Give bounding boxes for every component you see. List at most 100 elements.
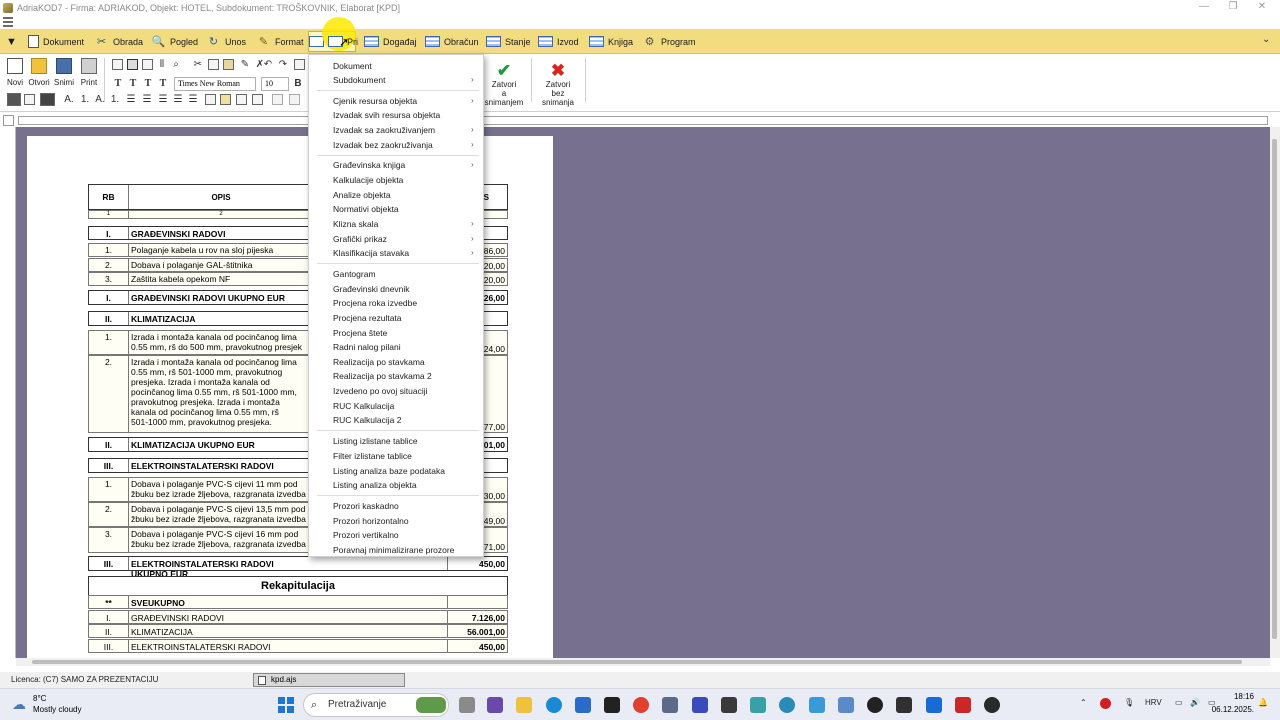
bold-button[interactable]: B <box>292 77 304 90</box>
text-style-a1-icon[interactable]: A. <box>62 93 76 106</box>
object-icon[interactable] <box>252 94 263 105</box>
text-style-a2-icon[interactable]: A. <box>93 93 107 106</box>
dropdown-item-izvedeno-po-ovoj-situaciji[interactable]: Izvedeno po ovoj situaciji <box>333 386 428 396</box>
dropdown-item-procjena-štete[interactable]: Procjena štete <box>333 328 387 338</box>
bold-t-icon[interactable]: T <box>112 77 124 90</box>
redo-icon[interactable]: ↷ <box>277 58 289 71</box>
dropdown-item-analize-objekta[interactable]: Analize objekta <box>333 190 391 200</box>
horizontal-scrollbar[interactable] <box>16 658 1270 666</box>
outline-list-icon[interactable]: ☰ <box>156 93 170 106</box>
menu-program[interactable]: ⚙ Program <box>642 31 696 52</box>
table-insert-icon[interactable] <box>205 94 216 105</box>
dropdown-item-prozori-vertikalno[interactable]: Prozori vertikalno <box>333 530 399 540</box>
dropdown-item-izvadak-svih-resursa-objekta[interactable]: Izvadak svih resursa objekta <box>333 110 440 120</box>
file-explorer-icon[interactable] <box>516 697 532 713</box>
vertical-scrollbar[interactable] <box>1270 127 1280 658</box>
dropdown-item-realizacija-po-stavkama-2[interactable]: Realizacija po stavkama 2 <box>333 371 432 381</box>
dropdown-item-filter-izlistane-tablice[interactable]: Filter izlistane tablice <box>333 451 412 461</box>
network-icon[interactable]: ▭ <box>1175 698 1183 707</box>
settings-icon[interactable] <box>662 697 678 713</box>
volume-icon[interactable]: 🔊 <box>1190 698 1200 707</box>
dropdown-item-listing-analiza-baze-podataka[interactable]: Listing analiza baze podataka <box>333 466 445 476</box>
dropdown-item-gantogram[interactable]: Gantogram <box>333 269 376 279</box>
taskbar-search[interactable]: ⌕ Pretraživanje <box>303 693 449 717</box>
columns-icon[interactable]: ⫴ <box>157 58 167 71</box>
align-list-icon[interactable]: ☰ <box>186 93 200 106</box>
console-icon[interactable] <box>896 697 912 713</box>
page-view-icon[interactable] <box>112 59 123 70</box>
underline-t-icon[interactable]: T <box>142 77 154 90</box>
open-button[interactable]: Otvori <box>26 58 52 87</box>
dropdown-item-radni-nalog-pilani[interactable]: Radni nalog pilani <box>333 342 401 352</box>
menu-obrada[interactable]: ✂ Obrada <box>94 31 143 52</box>
menu-knjiga[interactable]: Knjiga <box>589 31 633 52</box>
app-icon-cloud[interactable] <box>838 697 854 713</box>
vscode-icon[interactable] <box>926 697 942 713</box>
close-without-save-button[interactable]: ✖ Zatvori bez snimanja <box>535 62 581 108</box>
maximize-button[interactable]: ❐ <box>1221 0 1245 14</box>
menu-format[interactable]: ✎ Format <box>256 31 304 52</box>
italic-t-icon[interactable]: T <box>127 77 139 90</box>
font-name-select[interactable]: Times New Roman <box>174 77 256 91</box>
menu-dokument[interactable]: Dokument <box>28 31 84 52</box>
dropdown-item-izvadak-sa-zaokruživanjem[interactable]: Izvadak sa zaokruživanjem <box>333 125 435 135</box>
close-window-button[interactable]: ✕ <box>1250 0 1274 14</box>
menu-obracun[interactable]: Obračun <box>425 31 479 52</box>
menu-dogadjaj[interactable]: Događaj <box>364 31 417 52</box>
bullet-list-icon[interactable]: ☰ <box>171 93 185 106</box>
dropdown-item-klasifikacija-stavaka[interactable]: Klasifikacija stavaka <box>333 248 409 258</box>
scroll-thumb[interactable] <box>1272 139 1277 639</box>
insert-icon[interactable] <box>294 59 305 70</box>
undo-icon[interactable]: ↶ <box>262 58 274 71</box>
recap-row[interactable]: II. KLIMATIZACIJA 56.001,00 <box>88 624 508 638</box>
wrap-icon[interactable] <box>24 94 35 105</box>
tray-chevron-icon[interactable]: ⌃ <box>1080 698 1087 707</box>
dropdown-item-normativi-objekta[interactable]: Normativi objekta <box>333 204 399 214</box>
edge-icon[interactable] <box>546 697 562 713</box>
recap-row[interactable]: I. GRAĐEVINSKI RADOVI 7.126,00 <box>88 610 508 624</box>
cube-icon[interactable] <box>721 697 737 713</box>
view-mode-icon[interactable] <box>7 93 21 106</box>
dropdown-item-ruc-kalkulacija[interactable]: RUC Kalkulacija <box>333 401 394 411</box>
note-icon[interactable] <box>220 94 231 105</box>
zoom-icon[interactable] <box>127 59 138 70</box>
clock-date[interactable]: 06.12.2025. <box>1210 705 1254 714</box>
clock-time[interactable]: 18:16 <box>1218 692 1254 701</box>
dropdown-item-grafički-prikaz[interactable]: Grafički prikaz <box>333 234 387 244</box>
box-icon[interactable] <box>272 94 283 105</box>
dropdown-item-dokument[interactable]: Dokument <box>333 61 372 71</box>
menu-izvod[interactable]: Izvod <box>538 31 579 52</box>
app-icon-lightblue[interactable] <box>809 697 825 713</box>
hamburger-menu-icon[interactable] <box>3 17 15 27</box>
dropdown-item-cjenik-resursa-objekta[interactable]: Cjenik resursa objekta <box>333 96 417 106</box>
strike-t-icon[interactable]: T <box>157 77 169 90</box>
app-icon-active[interactable] <box>984 697 1000 713</box>
menu-stanje[interactable]: Stanje <box>486 31 531 52</box>
menu-pogled[interactable]: 🔍 Pogled <box>151 31 198 52</box>
app-icon-red[interactable] <box>955 697 971 713</box>
dropdown-item-procjena-roka-izvedbe[interactable]: Procjena roka izvedbe <box>333 298 417 308</box>
weather-widget[interactable]: ☁ 8°C Mostly cloudy <box>12 693 102 717</box>
chat-icon[interactable] <box>487 697 503 713</box>
menu-unos[interactable]: ↻ Unos <box>206 31 246 52</box>
dropdown-item-listing-analiza-objekta[interactable]: Listing analiza objekta <box>333 480 417 490</box>
format-painter-icon[interactable]: ✎ <box>239 58 251 71</box>
find-icon[interactable]: ⌕ <box>170 58 182 71</box>
dropdown-item-poravnaj-minimalizirane-prozore[interactable]: Poravnaj minimalizirane prozore <box>333 545 454 555</box>
scroll-thumb[interactable] <box>32 660 1242 664</box>
task-view-icon[interactable] <box>459 697 475 713</box>
dropdown-item-kalkulacije-objekta[interactable]: Kalkulacije objekta <box>333 175 403 185</box>
terminal-icon[interactable] <box>604 697 620 713</box>
globe-icon[interactable] <box>779 697 795 713</box>
box2-icon[interactable] <box>289 94 300 105</box>
store-icon[interactable] <box>575 697 591 713</box>
chrome-icon[interactable] <box>633 697 649 713</box>
menu-dropdown-arrow[interactable]: ▼ <box>4 31 23 52</box>
start-button[interactable] <box>278 697 294 713</box>
numbered-list-icon[interactable]: ☰ <box>124 93 138 106</box>
dropdown-item-izvadak-bez-zaokruživanja[interactable]: Izvadak bez zaokruživanja <box>333 140 433 150</box>
image-icon[interactable] <box>236 94 247 105</box>
minimize-button[interactable]: — <box>1192 0 1216 14</box>
dropdown-item-građevinska-knjiga[interactable]: Građevinska knjiga <box>333 160 405 170</box>
print-preview-icon[interactable] <box>142 59 153 70</box>
